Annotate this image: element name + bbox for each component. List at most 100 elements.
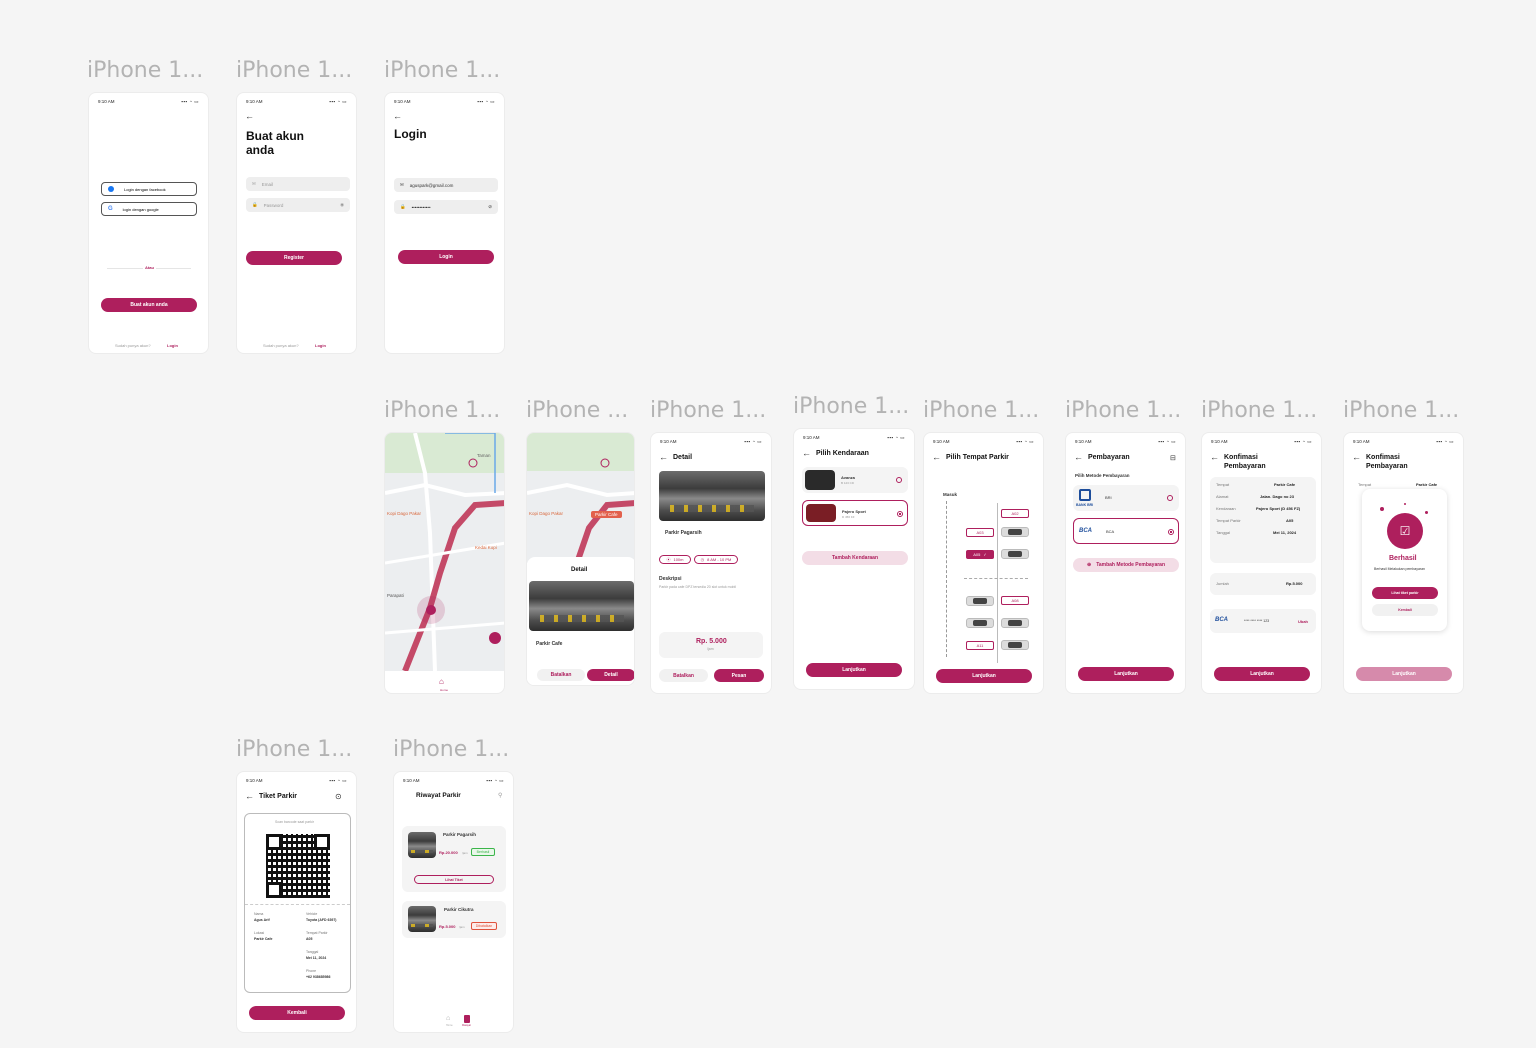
slot-a02[interactable]: A02: [1001, 509, 1029, 518]
book-button[interactable]: Pesan: [714, 669, 764, 682]
status-icons: ▪▪▪ ◔ ▭: [887, 435, 905, 440]
google-login-button[interactable]: Glogin dengan google: [101, 202, 197, 216]
status-time: 9:10 AM: [246, 99, 263, 104]
home-icon[interactable]: ⌂: [446, 1015, 450, 1022]
cancel-button[interactable]: Batalkan: [659, 669, 708, 682]
history-item[interactable]: Parkir Pagarsih Rp.20.000 /jam Berhasil …: [402, 826, 506, 892]
back-arrow-icon[interactable]: ←: [1210, 452, 1219, 462]
status-bar: 9:10 AM ▪▪▪ ◔ ▭: [933, 439, 1034, 445]
row-key: Tempat: [1358, 482, 1372, 487]
status-bar: 9:10 AM ▪▪▪ ◔ ▭: [1353, 439, 1454, 445]
vehicle-option-selected[interactable]: Pajero Sport D 456 FZ: [802, 500, 908, 526]
history-icon[interactable]: [464, 1015, 470, 1023]
qr-finder: [266, 834, 282, 850]
continue-button[interactable]: Lanjutkan: [936, 669, 1032, 683]
slot-a08[interactable]: A08: [1001, 596, 1029, 605]
payment-option-bri[interactable]: BANK BRI BRI: [1073, 485, 1179, 511]
status-icons: ▪▪▪ ◔ ▭: [1016, 439, 1034, 444]
add-vehicle-button[interactable]: Tambah Kendaraan: [802, 551, 908, 565]
login-link[interactable]: Login: [167, 343, 178, 348]
radio-button[interactable]: [1167, 495, 1173, 501]
register-button[interactable]: Register: [246, 251, 342, 265]
vehicle-plate: D 456 FZ: [842, 515, 855, 519]
password-field[interactable]: 🔒 •••••••••••• ⊘: [394, 200, 498, 214]
add-payment-button[interactable]: ⊕ Tambah Metode Pembayaran: [1073, 558, 1179, 572]
login-button[interactable]: Login: [398, 250, 494, 264]
create-account-button[interactable]: Buat akun anda: [101, 298, 197, 312]
ticket-divider: [245, 904, 350, 905]
change-link[interactable]: Ubah: [1298, 619, 1308, 624]
back-arrow-icon[interactable]: ←: [1074, 452, 1083, 462]
clock-icon: ◷: [700, 557, 705, 562]
back-arrow-icon[interactable]: ←: [245, 791, 254, 801]
payment-option-bca-selected[interactable]: BCA BCA: [1073, 518, 1179, 544]
row-key: Tanggal: [1216, 530, 1231, 535]
continue-button[interactable]: Lanjutkan: [1214, 667, 1310, 681]
continue-button[interactable]: Lanjutkan: [806, 663, 902, 677]
page-title: Riwayat Parkir: [416, 792, 461, 799]
description-text: Parkir pada cafe DPZ tersedia 20 slot un…: [659, 585, 737, 589]
back-button[interactable]: Kembali: [1372, 604, 1438, 616]
back-arrow-icon[interactable]: ←: [659, 452, 668, 462]
price-unit: /jam: [462, 851, 468, 855]
eye-off-icon[interactable]: ⊘: [488, 204, 492, 210]
more-icon[interactable]: ⊙: [335, 792, 342, 801]
status-badge-cancelled: Dibatalkan: [471, 922, 497, 930]
back-arrow-icon[interactable]: ←: [932, 452, 941, 462]
map-roads: [527, 433, 634, 563]
eye-icon[interactable]: ◉: [340, 202, 344, 208]
distance-value: 100m: [673, 557, 684, 562]
bri-logo-text: BANK BRI: [1076, 503, 1094, 507]
radio-button[interactable]: [896, 477, 902, 483]
map-view[interactable]: Parkir Cafe Kopi Dago Pakar: [527, 433, 634, 563]
frame-label: iPhone 1...: [1201, 398, 1318, 423]
status-icons: ▪▪▪ ◔ ▭: [1158, 439, 1176, 444]
screen-confirm-payment: 9:10 AM ▪▪▪ ◔ ▭ ← Konfimasi Pembayaran Tem…: [1201, 432, 1322, 694]
view-ticket-button[interactable]: Lihat Tiket: [414, 875, 494, 884]
map-place-label[interactable]: Kopi Dago Pakar: [387, 511, 421, 516]
bank-name: BCA: [1106, 529, 1115, 534]
map-view[interactable]: Kopi Dago Pakar Taman Kedai Kopi Parapat…: [385, 433, 504, 671]
home-icon[interactable]: ⌂: [439, 677, 449, 687]
divider-text: Atau: [143, 265, 156, 270]
selected-place-pin[interactable]: Parkir Cafe: [591, 511, 622, 518]
map-place-label[interactable]: Kopi Dago Pakar: [529, 511, 563, 516]
detail-button[interactable]: Detail: [587, 669, 634, 681]
back-button[interactable]: Kembali: [249, 1006, 345, 1020]
password-field[interactable]: 🔒 Password ◉: [246, 198, 350, 212]
footer-question: Sudah punya akun?: [263, 343, 299, 348]
cancel-button[interactable]: Batalkan: [537, 669, 585, 681]
bank-name: BRI: [1105, 495, 1112, 500]
radio-button-checked[interactable]: [1168, 529, 1174, 535]
back-arrow-icon[interactable]: ←: [393, 111, 402, 121]
email-field[interactable]: ✉ Email: [246, 177, 350, 191]
login-link[interactable]: Login: [315, 343, 326, 348]
map-place-label: Parapati: [387, 593, 404, 598]
radio-button-checked[interactable]: [897, 511, 903, 517]
title-line-2: Pembayaran: [1224, 463, 1266, 470]
vehicle-option[interactable]: Avanza B 123 CD: [802, 467, 908, 493]
row-key: Jumlah: [1216, 581, 1229, 586]
ticket-card: Scan barcode saat parkir Nama Agus Arif …: [244, 813, 351, 993]
search-icon[interactable]: ⚲: [498, 792, 502, 799]
view-ticket-button[interactable]: Lihat tiket parkir: [1372, 587, 1438, 599]
status-time: 9:10 AM: [660, 439, 677, 444]
back-arrow-icon[interactable]: ←: [1352, 452, 1361, 462]
google-icon: G: [108, 206, 113, 212]
continue-button[interactable]: Lanjutkan: [1078, 667, 1174, 681]
back-arrow-icon[interactable]: ←: [245, 111, 254, 121]
frame-label: iPhone 1...: [1065, 398, 1182, 423]
status-icons: ▪▪▪ ◔ ▭: [1294, 439, 1312, 444]
email-field[interactable]: ✉ aguspark@gmail.com: [394, 178, 498, 192]
slot-a03[interactable]: A03: [966, 528, 994, 537]
scan-icon[interactable]: ⊟: [1170, 454, 1176, 462]
confetti-dot: [1425, 511, 1428, 514]
slot-a11[interactable]: A11: [966, 641, 994, 650]
history-item[interactable]: Parkir Cikutra Rp.5.000 /jam Dibatalkan: [402, 901, 506, 938]
pin-icon: ⦿: [666, 556, 671, 562]
facebook-login-button[interactable]: Login dengan facebook: [101, 182, 197, 196]
back-arrow-icon[interactable]: ←: [802, 448, 811, 458]
slot-a05-selected[interactable]: A05 ✓: [966, 550, 994, 559]
total-card: Jumlah Rp.5.000: [1210, 573, 1316, 595]
map-place-label[interactable]: Kedai Kopi: [475, 545, 497, 550]
